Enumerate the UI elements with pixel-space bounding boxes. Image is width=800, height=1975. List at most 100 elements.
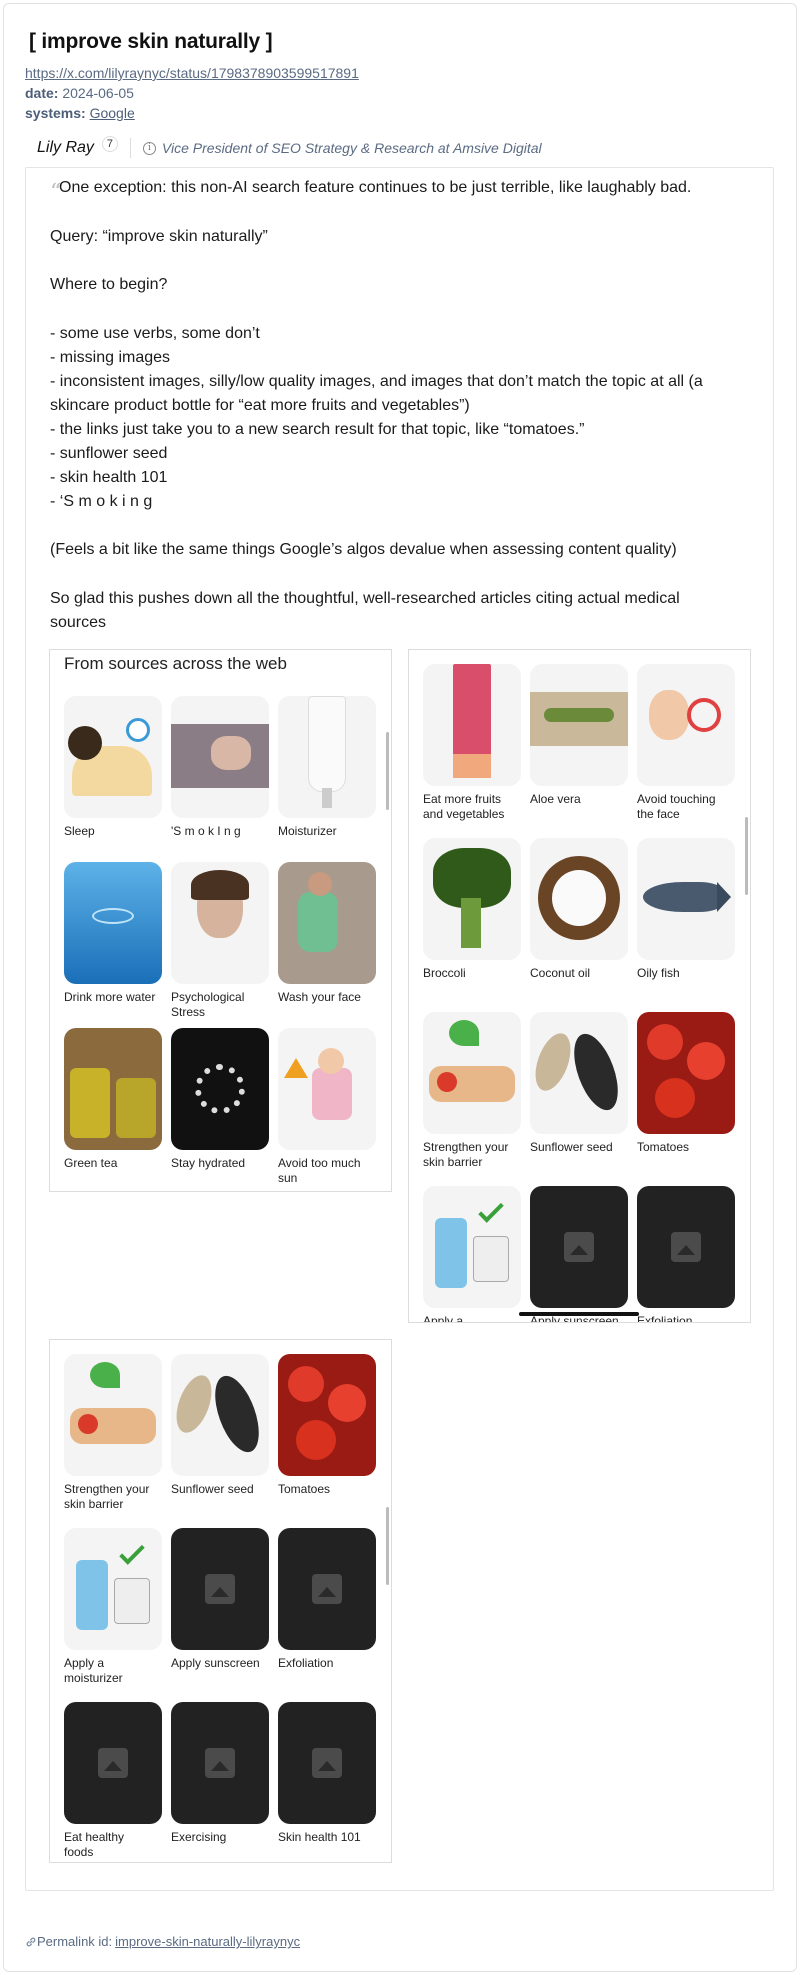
info-icon: i bbox=[142, 141, 156, 155]
permalink-row: Permalink id: improve-skin-naturally-lil… bbox=[25, 1934, 300, 1949]
tile-label-line: Exfoliation bbox=[637, 1314, 693, 1323]
result-tile[interactable]: Exfoliation bbox=[637, 1186, 735, 1323]
tile-label-line: Apply sunscreen bbox=[171, 1656, 260, 1670]
tile-image bbox=[171, 1028, 269, 1150]
tile-image bbox=[171, 1354, 269, 1476]
tile-label: Strengthen your skin barrier bbox=[64, 1482, 162, 1512]
result-tile[interactable]: Eat more fruits and vegetables bbox=[423, 664, 521, 822]
result-tile[interactable]: Sleep bbox=[64, 696, 162, 839]
result-tile[interactable]: Tomatoes bbox=[637, 1012, 735, 1155]
result-tile[interactable]: Apply amoisturizer bbox=[423, 1186, 521, 1322]
image-placeholder-icon bbox=[564, 1232, 594, 1262]
tile-label-line: Psychological bbox=[171, 990, 245, 1004]
tile-image bbox=[530, 838, 628, 960]
result-tile[interactable]: Drink more water bbox=[64, 862, 162, 1005]
result-tile[interactable]: Coconut oil bbox=[530, 838, 628, 981]
result-tile[interactable]: Apply amoisturizer bbox=[64, 1528, 162, 1686]
result-tile[interactable]: Avoid too much sun bbox=[278, 1028, 376, 1186]
result-tile[interactable]: Exercising bbox=[171, 1702, 269, 1845]
tile-label-line: Stress bbox=[171, 1005, 206, 1019]
post-line: - missing images bbox=[50, 349, 171, 366]
post-line: Query: “improve skin naturally” bbox=[50, 228, 268, 245]
result-tile[interactable]: Psychological Stress bbox=[171, 862, 269, 1020]
permalink-id-link[interactable]: improve-skin-naturally-lilyraynyc bbox=[115, 1934, 300, 1949]
tile-label-line: Avoid touching bbox=[637, 792, 716, 806]
tile-label-line: Exercising bbox=[171, 1830, 227, 1844]
tile-image bbox=[64, 696, 162, 818]
scrollbar bbox=[745, 817, 748, 895]
tile-label-line: Sleep bbox=[64, 824, 95, 838]
date-value: 2024-06-05 bbox=[62, 85, 134, 101]
tile-label: Stay hydrated bbox=[171, 1156, 269, 1171]
date-row: date: 2024-06-05 bbox=[25, 85, 134, 101]
post-line: - some use verbs, some don’t bbox=[50, 325, 260, 342]
tile-label-line: Exfoliation bbox=[278, 1656, 334, 1670]
tile-label-line: skin barrier bbox=[64, 1497, 124, 1511]
tile-label-line: 'S m o k I n g bbox=[171, 824, 241, 838]
result-tile[interactable]: Broccoli bbox=[423, 838, 521, 981]
tile-image bbox=[423, 838, 521, 960]
source-url-link[interactable]: https://x.com/lilyraynyc/status/17983789… bbox=[25, 65, 359, 81]
tile-label-line: Skin health 101 bbox=[278, 1830, 361, 1844]
tile-label: Avoid touching the face bbox=[637, 792, 735, 822]
result-tile[interactable]: Exfoliation bbox=[278, 1528, 376, 1671]
result-tile[interactable]: Skin health 101 bbox=[278, 1702, 376, 1845]
result-tile[interactable]: Eat healthy foods bbox=[64, 1702, 162, 1860]
result-tile[interactable]: Green tea bbox=[64, 1028, 162, 1171]
result-tile[interactable]: Aloe vera bbox=[530, 664, 628, 807]
tile-label: Tomatoes bbox=[278, 1482, 376, 1497]
result-tile[interactable]: Strengthen your skin barrier bbox=[423, 1012, 521, 1170]
tile-image bbox=[637, 1012, 735, 1134]
result-tile[interactable]: Moisturizer bbox=[278, 696, 376, 839]
tile-label-line: Stay hydrated bbox=[171, 1156, 246, 1170]
author-row: Lily Ray 7 i Vice President of SEO Strat… bbox=[37, 136, 542, 160]
tile-label-line: Moisturizer bbox=[278, 824, 337, 838]
result-tile[interactable]: Strengthen your skin barrier bbox=[64, 1354, 162, 1512]
post-line: - ‘S m o k i n g bbox=[50, 493, 153, 510]
tile-label: Green tea bbox=[64, 1156, 162, 1171]
author-name[interactable]: Lily Ray bbox=[37, 139, 94, 157]
result-tile[interactable]: 'S m o k I n g bbox=[171, 696, 269, 839]
result-tile[interactable]: Tomatoes bbox=[278, 1354, 376, 1497]
result-tile[interactable]: Avoid touching the face bbox=[637, 664, 735, 822]
tile-label-line: sun bbox=[278, 1171, 298, 1185]
result-tile[interactable]: Stay hydrated bbox=[171, 1028, 269, 1171]
tile-label-line: the face bbox=[637, 807, 680, 821]
image-placeholder bbox=[64, 1702, 162, 1824]
result-tile[interactable]: Sunflower seed bbox=[530, 1012, 628, 1155]
tile-label-line: Eat more fruits bbox=[423, 792, 502, 806]
post-line: One exception: this non-AI search featur… bbox=[59, 179, 692, 196]
tile-label: Aloe vera bbox=[530, 792, 628, 807]
result-tile[interactable]: Wash your face bbox=[278, 862, 376, 1005]
tile-label: Apply amoisturizer bbox=[64, 1656, 162, 1686]
tile-label-line: Sunflower seed bbox=[171, 1482, 254, 1496]
author-role: Vice President of SEO Strategy & Researc… bbox=[161, 140, 542, 156]
system-link[interactable]: Google bbox=[90, 105, 135, 121]
image-placeholder-icon bbox=[671, 1232, 701, 1262]
result-tile[interactable]: Sunflower seed bbox=[171, 1354, 269, 1497]
tile-image bbox=[637, 838, 735, 960]
permalink-label: Permalink id: bbox=[37, 1934, 113, 1949]
image-placeholder bbox=[278, 1702, 376, 1824]
date-label: date: bbox=[25, 85, 59, 101]
tile-image bbox=[530, 664, 628, 786]
tile-image bbox=[64, 862, 162, 984]
tile-label: Eat healthy foods bbox=[64, 1830, 162, 1860]
result-tile[interactable]: Apply sunscreen bbox=[171, 1528, 269, 1671]
tile-label-line: Strengthen your bbox=[64, 1482, 150, 1496]
result-tile[interactable]: Oily fish bbox=[637, 838, 735, 981]
image-placeholder-icon bbox=[98, 1748, 128, 1778]
tile-image bbox=[423, 664, 521, 786]
embedded-screenshot-2: Eat more fruits and vegetables Aloe vera Av… bbox=[408, 649, 751, 1323]
result-tile[interactable]: Apply sunscreen bbox=[530, 1186, 628, 1322]
tile-label-line: Drink more water bbox=[64, 990, 156, 1004]
tile-label: Psychological Stress bbox=[171, 990, 269, 1020]
tile-image bbox=[278, 862, 376, 984]
image-placeholder bbox=[171, 1528, 269, 1650]
tile-image bbox=[423, 1012, 521, 1134]
tile-image bbox=[278, 1028, 376, 1150]
tile-label-line: skin barrier bbox=[423, 1155, 483, 1169]
sources-heading: From sources across the web bbox=[64, 654, 287, 673]
tile-label: Drink more water bbox=[64, 990, 162, 1005]
tile-label: Broccoli bbox=[423, 966, 521, 981]
